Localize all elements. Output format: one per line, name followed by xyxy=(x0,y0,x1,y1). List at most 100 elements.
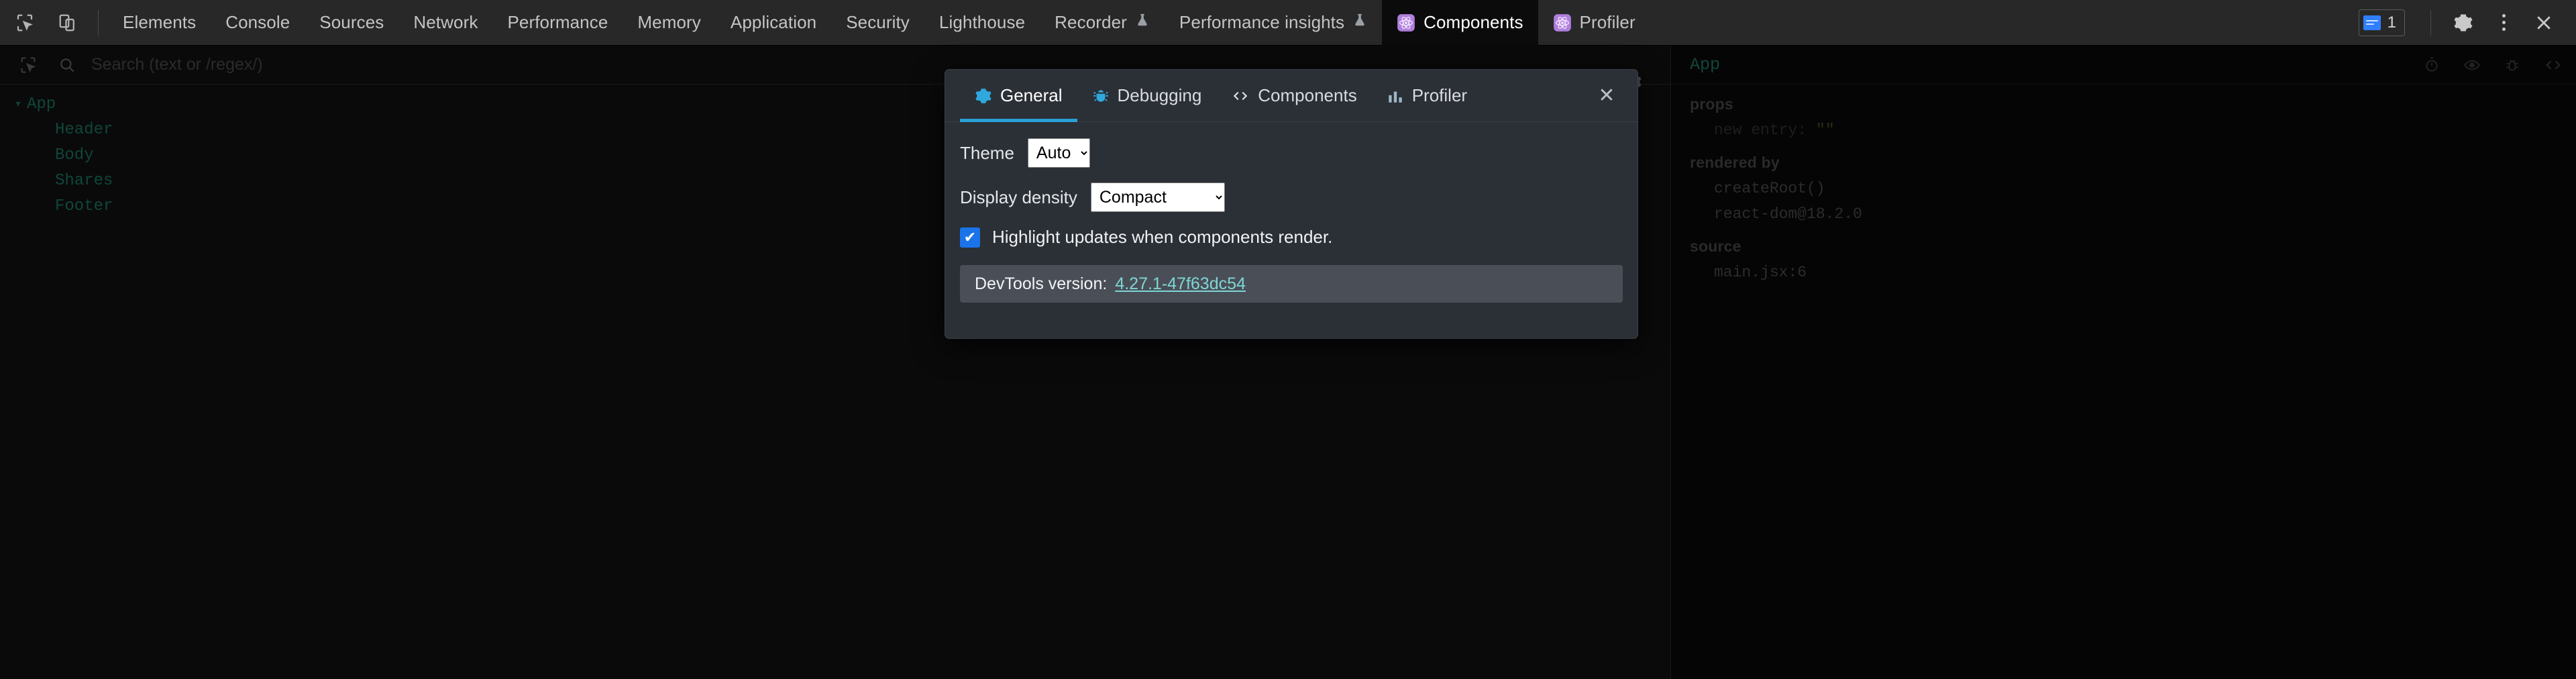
prop-row[interactable]: new entry: "" xyxy=(1690,121,2576,139)
suspend-timer-icon[interactable] xyxy=(2423,56,2440,74)
component-inspector-pane: App props new entry: "" rendered by crea… xyxy=(1670,46,2576,679)
highlight-updates-label: Highlight updates when components render… xyxy=(992,227,1333,247)
devtools-window: Elements Console Sources Network Perform… xyxy=(0,0,2576,679)
devtools-version-row: DevTools version: 4.27.1-47f63dc54 xyxy=(960,265,1623,303)
selected-component-name: App xyxy=(1690,55,1721,74)
settings-tab-list: General Debugging Components Profiler ✕ xyxy=(945,70,1638,122)
close-icon[interactable] xyxy=(2528,7,2560,39)
panel-tab-list: Elements Console Sources Network Perform… xyxy=(108,0,1650,46)
tab-performance[interactable]: Performance xyxy=(492,0,623,46)
settings-tab-components[interactable]: Components xyxy=(1216,70,1371,122)
react-logo-icon xyxy=(1553,13,1572,32)
tree-node-label: Footer xyxy=(55,197,113,215)
bug-log-icon[interactable] xyxy=(2504,56,2521,74)
settings-tab-label: Components xyxy=(1258,85,1357,105)
kebab-menu-icon[interactable] xyxy=(2487,7,2520,39)
code-brackets-icon xyxy=(1231,87,1250,105)
tab-label: Memory xyxy=(637,12,701,32)
tab-components[interactable]: Components xyxy=(1382,0,1538,46)
chevron-down-icon[interactable]: ▾ xyxy=(9,97,27,111)
eye-inspect-icon[interactable] xyxy=(2463,56,2481,74)
inspector-section-rendered-by: rendered by createRoot() react-dom@18.2.… xyxy=(1671,143,2576,227)
tab-elements[interactable]: Elements xyxy=(108,0,211,46)
tree-node-label: App xyxy=(27,95,56,113)
settings-tab-label: General xyxy=(1000,85,1063,105)
section-title: rendered by xyxy=(1690,154,1780,171)
tab-security[interactable]: Security xyxy=(831,0,924,46)
console-message-icon xyxy=(2363,15,2381,30)
settings-tab-debugging[interactable]: Debugging xyxy=(1077,70,1217,122)
display-density-label: Display density xyxy=(960,187,1077,207)
highlight-updates-row[interactable]: ✔ Highlight updates when components rend… xyxy=(960,227,1638,248)
rendered-by-entry[interactable]: createRoot() xyxy=(1690,180,2576,197)
tab-application[interactable]: Application xyxy=(716,0,831,46)
prop-value[interactable]: "" xyxy=(1816,121,1835,139)
tab-network[interactable]: Network xyxy=(398,0,492,46)
console-message-badge[interactable]: 1 xyxy=(2358,9,2405,36)
tab-label: Console xyxy=(225,12,290,32)
display-density-row: Display density Compact Comfortable xyxy=(960,182,1638,212)
settings-tab-label: Debugging xyxy=(1117,85,1202,105)
inspector-section-props: props new entry: "" xyxy=(1671,85,2576,143)
view-source-code-icon[interactable] xyxy=(2544,56,2563,74)
bug-icon xyxy=(1092,87,1110,105)
rendered-by-entry[interactable]: react-dom@18.2.0 xyxy=(1690,205,2576,223)
toolbar-divider xyxy=(98,9,99,36)
bar-chart-icon xyxy=(1387,87,1404,105)
inspect-element-icon[interactable] xyxy=(7,5,43,41)
theme-select[interactable]: Auto Light Dark xyxy=(1027,138,1090,168)
settings-tab-general[interactable]: General xyxy=(960,70,1077,122)
section-title: props xyxy=(1690,95,1733,113)
section-title: source xyxy=(1690,238,1741,255)
tab-label: Performance insights xyxy=(1179,12,1345,32)
tab-label: Components xyxy=(1424,12,1523,32)
theme-row: Theme Auto Light Dark xyxy=(960,138,1638,168)
tab-label: Recorder xyxy=(1055,12,1127,32)
tab-profiler[interactable]: Profiler xyxy=(1538,0,1650,46)
settings-tab-profiler[interactable]: Profiler xyxy=(1372,70,1482,122)
highlight-updates-checkbox[interactable]: ✔ xyxy=(960,227,980,248)
theme-label: Theme xyxy=(960,142,1014,163)
tab-console[interactable]: Console xyxy=(211,0,305,46)
tab-label: Lighthouse xyxy=(938,12,1026,32)
tree-node-label: Body xyxy=(55,146,94,164)
devtools-top-toolbar: Elements Console Sources Network Perform… xyxy=(0,0,2576,46)
inspector-header-icons xyxy=(2423,56,2563,74)
react-logo-icon xyxy=(1397,13,1415,32)
tab-label: Security xyxy=(846,12,910,32)
message-count: 1 xyxy=(2387,13,2396,32)
search-input[interactable] xyxy=(91,55,494,74)
tree-node-label: Header xyxy=(55,120,113,139)
flask-icon xyxy=(1135,13,1150,32)
search-icon xyxy=(54,52,80,79)
tab-label: Application xyxy=(730,12,817,32)
tab-recorder[interactable]: Recorder xyxy=(1040,0,1165,46)
gear-icon[interactable] xyxy=(2447,7,2479,39)
devtools-version-label: DevTools version: xyxy=(975,274,1108,293)
display-density-select[interactable]: Compact Comfortable xyxy=(1090,182,1225,212)
settings-modal: General Debugging Components Profiler ✕ … xyxy=(945,70,1638,338)
tab-label: Performance xyxy=(507,12,608,32)
tab-performance-insights[interactable]: Performance insights xyxy=(1165,0,1382,46)
settings-modal-body: Theme Auto Light Dark Display density Co… xyxy=(945,122,1638,303)
settings-tab-label: Profiler xyxy=(1411,85,1468,105)
tree-node-label: Shares xyxy=(55,171,113,190)
select-component-icon[interactable] xyxy=(15,52,42,79)
tab-sources[interactable]: Sources xyxy=(305,0,398,46)
flask-icon xyxy=(1352,13,1367,32)
tab-memory[interactable]: Memory xyxy=(623,0,716,46)
toolbar-divider xyxy=(2430,9,2431,36)
toolbar-right-controls: 1 xyxy=(2358,0,2576,46)
tab-label: Elements xyxy=(123,12,197,32)
tab-label: Sources xyxy=(319,12,384,32)
inspector-header: App xyxy=(1671,46,2576,85)
tab-lighthouse[interactable]: Lighthouse xyxy=(924,0,1040,46)
inspector-section-source: source main.jsx:6 xyxy=(1671,227,2576,285)
close-settings-icon[interactable]: ✕ xyxy=(1592,81,1621,111)
source-location[interactable]: main.jsx:6 xyxy=(1690,264,2576,281)
devtools-version-link[interactable]: 4.27.1-47f63dc54 xyxy=(1115,274,1246,294)
device-toolbar-icon[interactable] xyxy=(50,5,86,41)
prop-key: new entry: xyxy=(1714,121,1807,139)
gear-icon xyxy=(975,87,992,105)
tab-label: Network xyxy=(413,12,478,32)
